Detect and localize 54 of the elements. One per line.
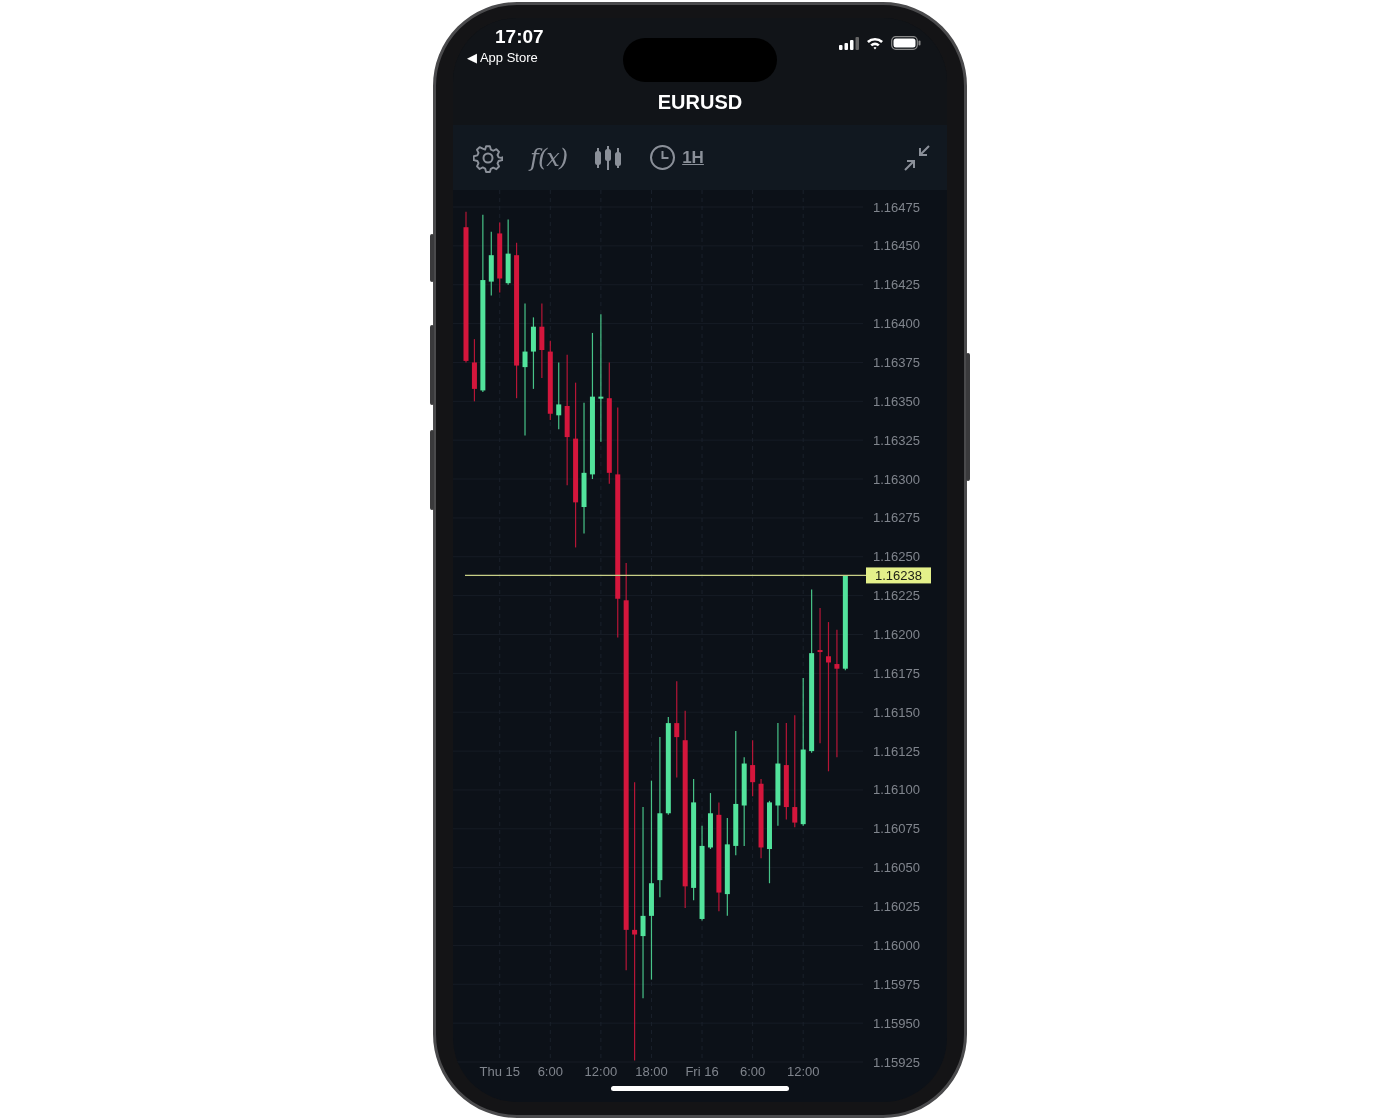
time-axis-label: 12:00 xyxy=(786,1064,820,1079)
price-axis-label: 1.16275 xyxy=(873,510,920,526)
time-axis-label: 18:00 xyxy=(635,1064,668,1079)
candlestick-icon xyxy=(594,144,623,171)
price-axis-label: 1.16000 xyxy=(873,937,920,953)
price-axis-label: 1.16075 xyxy=(873,821,920,837)
candlestick xyxy=(556,361,562,430)
price-axis-label: 1.16200 xyxy=(873,627,920,642)
ref-line-label: 1.16238 xyxy=(875,567,922,583)
time-axis-label: 6:00 xyxy=(739,1064,766,1079)
symbol-title: EURUSD xyxy=(453,80,947,125)
price-axis-label: 1.16450 xyxy=(873,238,920,254)
signal-icon xyxy=(839,36,859,50)
time-axis-label: Fri 16 xyxy=(685,1064,719,1079)
collapse-icon xyxy=(903,143,931,172)
price-axis-label: 1.16425 xyxy=(873,277,920,293)
candlestick xyxy=(750,739,756,797)
chart-type-button[interactable] xyxy=(594,144,623,171)
candlestick xyxy=(505,218,511,286)
collapse-button[interactable] xyxy=(903,143,931,172)
price-axis-label: 1.16250 xyxy=(873,549,920,565)
price-axis-label: 1.16350 xyxy=(873,393,920,409)
price-axis-label: 1.16125 xyxy=(873,743,920,759)
price-tag: 1.16238 xyxy=(866,567,931,584)
battery-icon xyxy=(891,36,921,50)
price-axis-label: 1.16175 xyxy=(873,665,920,681)
price-axis-label: 1.16375 xyxy=(873,354,920,370)
price-axis-label: 1.16025 xyxy=(873,899,920,915)
interval-label: 1H xyxy=(682,147,704,168)
settings-icon xyxy=(473,142,503,173)
back-link[interactable]: ◀ App Store xyxy=(467,50,538,65)
candlestick xyxy=(488,231,494,297)
price-axis-label: 1.16475 xyxy=(873,199,920,215)
price-axis-label: 1.16050 xyxy=(873,860,920,876)
wifi-icon xyxy=(866,36,884,50)
time-axis-label: Thu 15 xyxy=(479,1064,520,1079)
price-axis-label: 1.15975 xyxy=(873,976,920,992)
status-time: 17:07 xyxy=(495,26,544,48)
settings-button[interactable] xyxy=(473,142,503,173)
price-axis-label: 1.16150 xyxy=(873,704,920,720)
time-axis-label: 6:00 xyxy=(537,1064,563,1079)
price-axis-label: 1.16100 xyxy=(873,782,920,798)
price-axis-label: 1.16300 xyxy=(873,471,920,487)
time-axis-label: 12:00 xyxy=(584,1064,618,1079)
price-axis-label: 1.15950 xyxy=(873,1015,920,1031)
price-axis-label: 1.16325 xyxy=(873,432,920,448)
price-axis-label: 1.16225 xyxy=(873,588,920,604)
clock-icon xyxy=(649,144,677,171)
price-axis-label: 1.15925 xyxy=(873,1054,920,1070)
candlestick xyxy=(471,338,477,402)
interval-button[interactable]: 1H xyxy=(649,144,704,171)
price-axis-label: 1.16400 xyxy=(873,316,920,332)
candlestick xyxy=(707,792,713,850)
indicators-button[interactable]: f(x) xyxy=(530,143,568,172)
